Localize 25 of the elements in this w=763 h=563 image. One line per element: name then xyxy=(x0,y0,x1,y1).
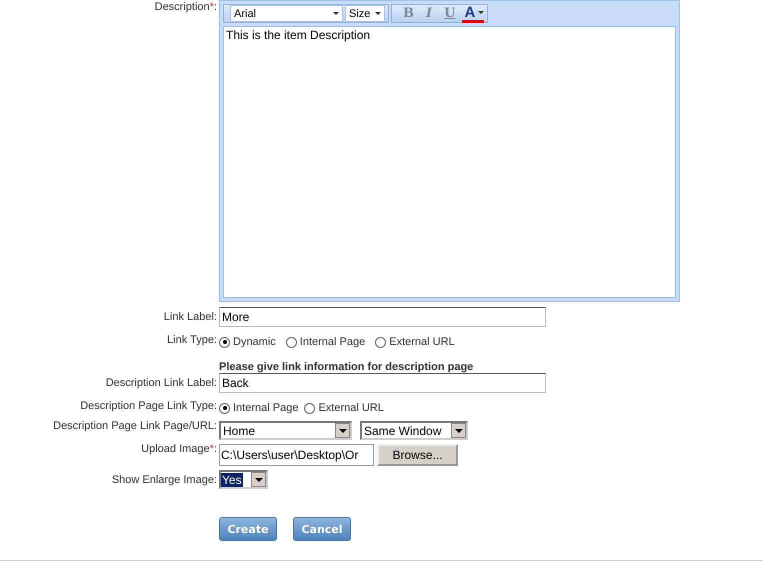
field-label: Link Type: xyxy=(167,334,217,346)
radio-option[interactable]: External URL xyxy=(375,336,455,348)
target-dropdown[interactable]: Same Window xyxy=(360,421,468,440)
radio-option[interactable]: Dynamic xyxy=(219,336,276,348)
field-label: Description*: xyxy=(154,1,217,13)
field-label: Show Enlarge Image: xyxy=(112,474,217,486)
field-label: Link Label: xyxy=(164,311,217,323)
font-dropdown[interactable]: Arial xyxy=(230,5,343,22)
file-path-field[interactable]: C:\Users\user\Desktop\Or xyxy=(219,444,374,466)
field-label: Description Page Link Type: xyxy=(80,400,217,412)
input-field[interactable]: More xyxy=(219,307,546,327)
field-label: Description Link Label: xyxy=(106,377,217,389)
page-dropdown[interactable]: Home xyxy=(219,421,352,440)
field-label: Description Page Link Page/URL: xyxy=(53,420,217,432)
browse-button[interactable]: Browse... xyxy=(377,444,458,466)
input-field[interactable]: Back xyxy=(219,373,546,393)
color-button[interactable]: A xyxy=(462,4,484,22)
enlarge-dropdown[interactable]: Yes xyxy=(219,470,268,489)
radio-option[interactable]: Internal Page xyxy=(286,336,366,348)
size-dropdown[interactable]: Size xyxy=(345,5,385,22)
section-heading: Please give link information for description page xyxy=(219,361,474,373)
field-label: Upload Image*: xyxy=(141,443,217,455)
editor-text-area[interactable]: This is the item Description xyxy=(223,26,676,298)
radio-option[interactable]: External URL xyxy=(304,402,384,414)
radio-option[interactable]: Internal Page xyxy=(219,402,298,414)
